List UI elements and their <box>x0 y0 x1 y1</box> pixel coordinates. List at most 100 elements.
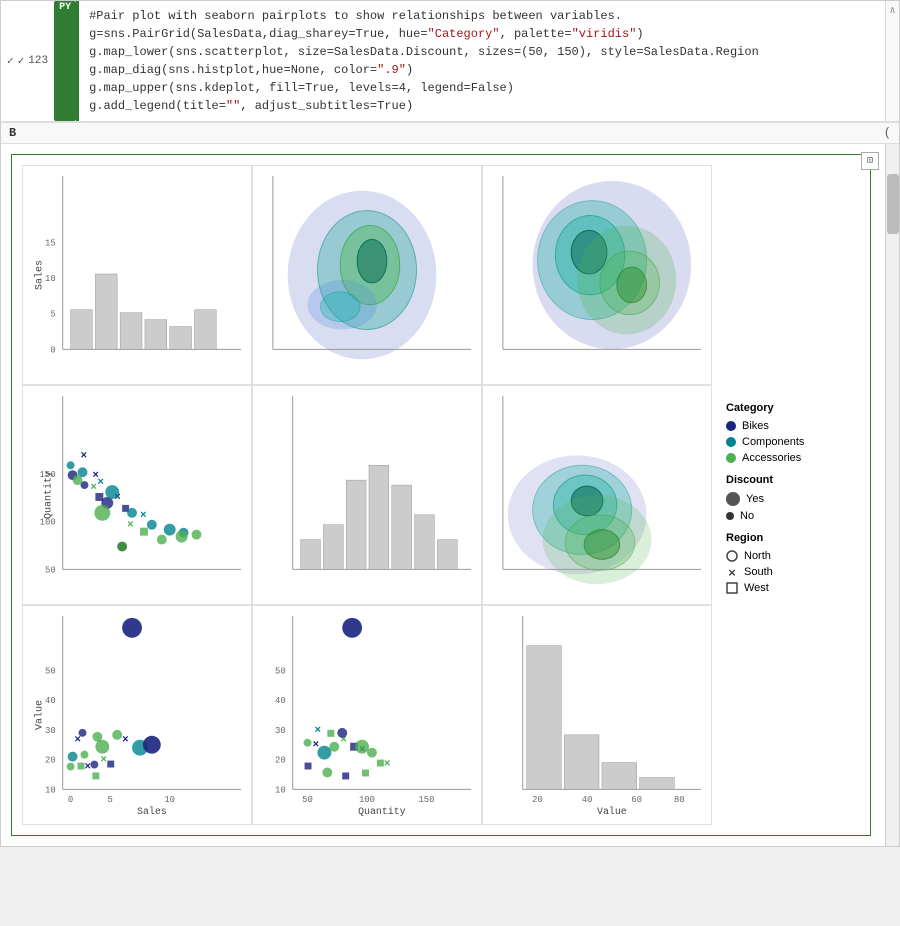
legend-region-title: Region <box>726 532 846 544</box>
svg-text:10: 10 <box>164 795 175 805</box>
plot-cell-2-1: 10 20 30 40 50 50 100 150 <box>252 605 482 825</box>
svg-text:50: 50 <box>302 795 313 805</box>
cell-code: #Pair plot with seaborn pairplots to sho… <box>76 1 885 121</box>
accessories-label: Accessories <box>742 452 801 464</box>
plot-main-grid: Sales 0 5 10 15 <box>22 165 712 825</box>
plot-row-1: Sales 0 5 10 15 <box>22 165 712 385</box>
cell-controls: ✓ ✓ 123 <box>1 1 54 121</box>
notebook-cell: ✓ ✓ 123 PY #Pair plot with seaborn pairp… <box>0 0 900 847</box>
svg-text:×: × <box>122 735 129 747</box>
plot-cell-2-2: 20 40 60 80 Value <box>482 605 712 825</box>
y-label-quantity: Quantity <box>44 471 55 519</box>
svg-text:40: 40 <box>275 696 286 706</box>
svg-text:×: × <box>127 520 134 532</box>
svg-text:×: × <box>384 759 391 771</box>
plot-cell-2-0: Value 10 20 30 40 50 0 <box>22 605 252 825</box>
svg-text:50: 50 <box>275 666 286 676</box>
svg-text:×: × <box>84 762 91 774</box>
output-tab-label[interactable]: B <box>9 126 16 140</box>
legend-item-accessories: Accessories <box>726 452 846 464</box>
legend-discount-title: Discount <box>726 474 846 486</box>
discount-yes-label: Yes <box>746 493 764 505</box>
plot-cell-1-1 <box>252 385 482 605</box>
west-square-icon <box>726 582 738 594</box>
svg-text:×: × <box>314 725 321 737</box>
output-bar: B ( <box>1 122 899 144</box>
svg-text:Value: Value <box>597 806 627 817</box>
code-line-3: g.map_lower(sns.scatterplot, size=SalesD… <box>89 43 875 61</box>
plot-row-2: Quantity 50 100 150 × <box>22 385 712 605</box>
svg-text:80: 80 <box>674 795 685 805</box>
plot-container: Sales 0 5 10 15 <box>11 154 871 836</box>
svg-text:×: × <box>140 510 147 522</box>
west-label: West <box>744 582 769 594</box>
code-line-5: g.map_upper(sns.kdeplot, fill=True, leve… <box>89 79 875 97</box>
south-cross-icon: × <box>726 566 738 578</box>
discount-no-label: No <box>740 510 754 522</box>
svg-text:×: × <box>81 450 88 462</box>
svg-text:20: 20 <box>275 756 286 766</box>
svg-text:100: 100 <box>359 795 375 805</box>
svg-text:100: 100 <box>40 518 56 528</box>
components-color <box>726 437 736 447</box>
bikes-label: Bikes <box>742 420 769 432</box>
components-label: Components <box>742 436 804 448</box>
check-icon1[interactable]: ✓ <box>7 54 14 68</box>
svg-text:15: 15 <box>45 238 56 248</box>
svg-text:50: 50 <box>45 565 56 575</box>
svg-text:×: × <box>728 566 736 578</box>
plot-cell-1-0: Quantity 50 100 150 × <box>22 385 252 605</box>
svg-text:0: 0 <box>68 795 73 805</box>
svg-text:60: 60 <box>631 795 642 805</box>
plot-and-legend: Sales 0 5 10 15 <box>22 165 860 825</box>
discount-no-dot <box>726 512 734 520</box>
legend-item-south: × South <box>726 566 846 578</box>
scrollbar[interactable] <box>885 144 899 846</box>
north-circle-icon <box>726 550 738 562</box>
plot-cell-1-2 <box>482 385 712 605</box>
accessories-color <box>726 453 736 463</box>
legend-item-yes: Yes <box>726 492 846 506</box>
legend-item-no: No <box>726 510 846 522</box>
svg-text:40: 40 <box>45 696 56 706</box>
north-label: North <box>744 550 771 562</box>
svg-text:10: 10 <box>275 785 286 795</box>
code-line-6: g.add_legend(title="", adjust_subtitles=… <box>89 97 875 115</box>
code-line-1: #Pair plot with seaborn pairplots to sho… <box>89 7 875 25</box>
check-icon2[interactable]: ✓ <box>18 54 25 68</box>
svg-text:40: 40 <box>582 795 593 805</box>
output-tab-paren: ( <box>884 126 891 140</box>
svg-text:30: 30 <box>45 726 56 736</box>
svg-text:20: 20 <box>532 795 543 805</box>
legend-item-components: Components <box>726 436 846 448</box>
svg-text:5: 5 <box>50 310 55 320</box>
expand-icon[interactable]: ⊡ <box>861 152 879 170</box>
svg-text:10: 10 <box>45 785 56 795</box>
svg-text:30: 30 <box>275 726 286 736</box>
legend-item-west: West <box>726 582 846 594</box>
svg-text:Sales: Sales <box>137 806 167 817</box>
plot-cell-0-1 <box>252 165 482 385</box>
legend-category-title: Category <box>726 402 846 414</box>
discount-yes-dot <box>726 492 740 506</box>
svg-text:×: × <box>97 477 104 489</box>
svg-text:×: × <box>100 755 107 767</box>
legend-item-bikes: Bikes <box>726 420 846 432</box>
scroll-indicator: ∧ <box>885 1 899 121</box>
plot-row-3: Value 10 20 30 40 50 0 <box>22 605 712 825</box>
cell-header: ✓ ✓ 123 PY #Pair plot with seaborn pairp… <box>1 1 899 122</box>
svg-text:×: × <box>75 735 82 747</box>
scrollbar-thumb[interactable] <box>887 174 899 234</box>
south-label: South <box>744 566 773 578</box>
y-label-value: Value <box>35 700 46 730</box>
y-label-sales: Sales <box>35 260 46 290</box>
code-line-4: g.map_diag(sns.histplot,hue=None, color=… <box>89 61 875 79</box>
svg-text:×: × <box>90 482 97 494</box>
py-badge: PY <box>54 1 76 121</box>
svg-text:20: 20 <box>45 756 56 766</box>
bikes-color <box>726 421 736 431</box>
svg-text:Quantity: Quantity <box>358 806 406 817</box>
plot-cell-0-2 <box>482 165 712 385</box>
svg-text:10: 10 <box>45 274 56 284</box>
output-area: ⊡ Sales <box>1 144 899 846</box>
